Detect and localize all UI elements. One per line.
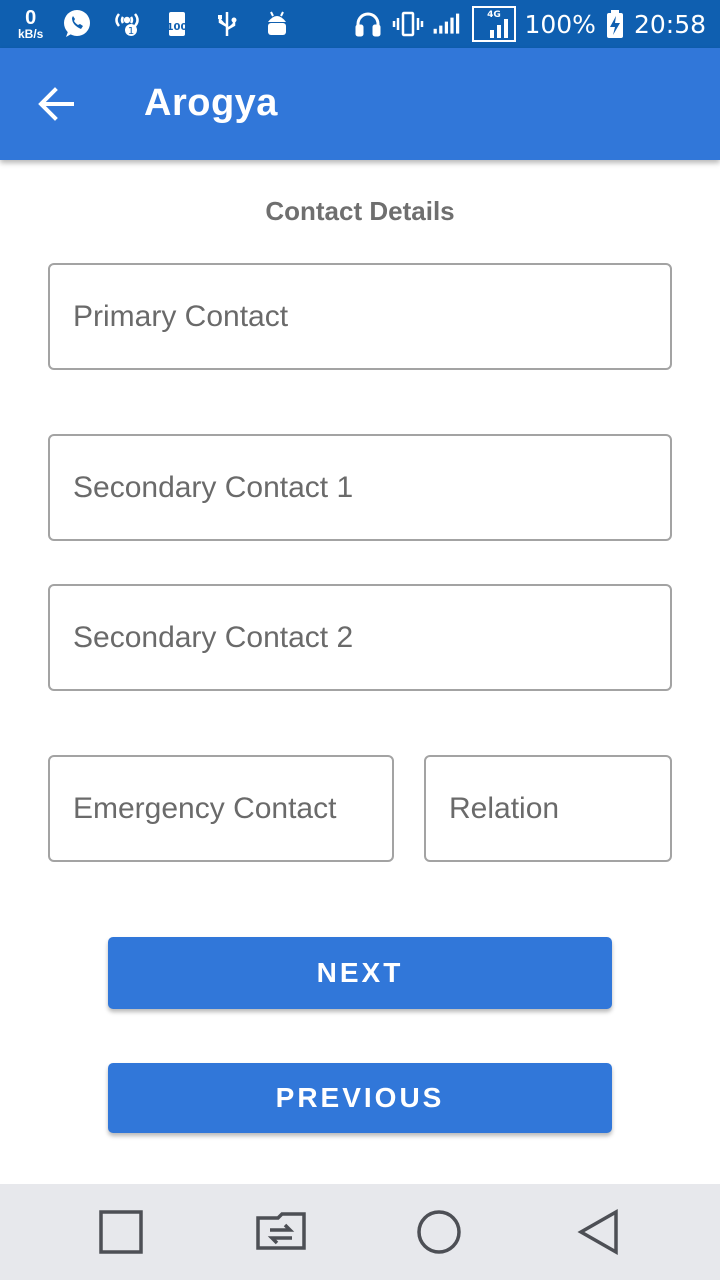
hotspot-icon: 1 (111, 8, 143, 40)
secondary-contact-2-input[interactable] (73, 620, 670, 655)
svg-text:100: 100 (167, 22, 188, 33)
status-bar: 0 kB/s 1 100 4G 100% 20:58 (0, 0, 720, 48)
arrow-left-icon[interactable] (34, 84, 78, 124)
status-time: 20:58 (633, 9, 706, 39)
secondary-contact-1-field[interactable] (48, 434, 672, 541)
signal-icon (432, 8, 464, 40)
battery-percent: 100% (524, 9, 596, 39)
signal-4g-icon: 4G (472, 6, 517, 42)
navigation-bar (0, 1184, 720, 1280)
section-title: Contact Details (265, 196, 455, 226)
secondary-contact-2-field[interactable] (48, 584, 672, 691)
storage-icon: 100 (161, 8, 193, 40)
emergency-contact-field[interactable] (48, 755, 394, 862)
emergency-contact-input[interactable] (73, 791, 392, 826)
primary-contact-input[interactable] (73, 299, 670, 334)
app-title: Arogya (144, 82, 278, 124)
whatsapp-icon (61, 8, 93, 40)
recents-square-icon[interactable] (97, 1208, 145, 1256)
secondary-contact-1-input[interactable] (73, 470, 670, 505)
home-circle-icon[interactable] (415, 1208, 463, 1256)
svg-text:1: 1 (128, 26, 134, 37)
network-speed: 0 kB/s (18, 8, 43, 40)
network-speed-value: 0 (25, 7, 37, 29)
switch-app-icon[interactable] (254, 1208, 308, 1256)
next-button[interactable]: NEXT (108, 937, 612, 1009)
android-debug-icon (261, 8, 293, 40)
relation-input[interactable] (449, 791, 670, 826)
headset-icon (352, 8, 384, 40)
relation-field[interactable] (424, 755, 672, 862)
usb-icon (211, 8, 243, 40)
previous-button[interactable]: PREVIOUS (108, 1063, 612, 1133)
app-bar: Arogya (0, 48, 720, 160)
network-speed-unit: kB/s (18, 27, 44, 41)
back-triangle-icon[interactable] (576, 1208, 624, 1256)
svg-text:4G: 4G (488, 10, 502, 20)
battery-charging-icon (604, 8, 626, 40)
primary-contact-field[interactable] (48, 263, 672, 370)
vibrate-icon (392, 8, 424, 40)
